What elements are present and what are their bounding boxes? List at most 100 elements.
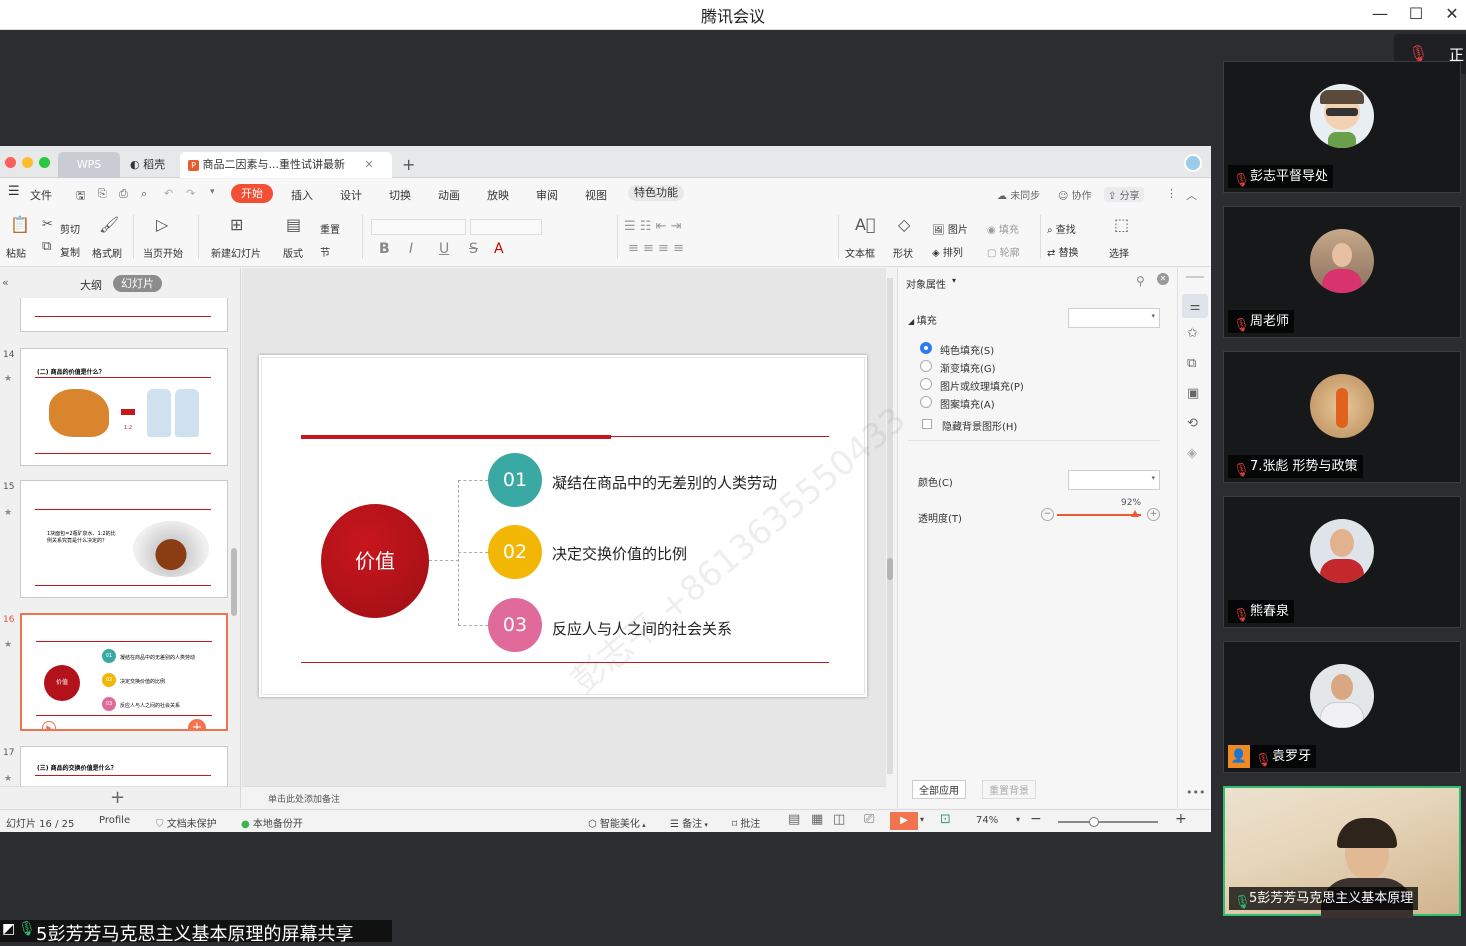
add-slide-icon[interactable]: + [188,719,206,729]
play-slide-icon[interactable]: ▶ [42,721,56,729]
history-icon[interactable]: ⟲ [1187,416,1198,431]
fill-section-header[interactable]: ◢ 填充 [908,312,937,327]
layout-button[interactable]: 版式 [283,245,303,260]
copy-button[interactable]: 复制 [60,244,80,259]
font-color-icon[interactable]: A [494,241,504,257]
tab-slides[interactable]: 幻灯片 [113,275,162,292]
decrease-icon[interactable]: − [1041,508,1054,521]
notes-bar[interactable]: 单击此处添加备注 [242,786,886,808]
menu-show[interactable]: 放映 [487,187,509,203]
slide-transition-icon[interactable]: ⧉ [1187,356,1196,371]
new-tab-button[interactable]: + [394,152,423,178]
section-button[interactable]: 节 [320,244,330,259]
shape-icon[interactable]: ◇ [898,215,910,234]
print-icon[interactable]: ⎙ [119,187,128,201]
participant-tile[interactable]: 🎙 彭志平督导处 [1223,61,1461,193]
minimize-button[interactable]: — [1362,0,1398,30]
more-tools-icon[interactable]: ••• [1186,786,1205,799]
tab-wps[interactable]: WPS [58,152,120,178]
pin-icon[interactable]: ⚲ [1136,274,1145,288]
italic-icon[interactable]: I [409,241,413,257]
find-button[interactable]: ⌕ 查找 [1047,221,1076,236]
increase-icon[interactable]: + [1147,508,1160,521]
reset-background-button[interactable]: 重置背景 [982,780,1036,799]
notes-placeholder[interactable]: 单击此处添加备注 [268,792,340,805]
chevron-down-icon[interactable]: ▾ [952,276,956,285]
menu-animation[interactable]: 动画 [438,187,460,203]
format-painter-button[interactable]: 格式刷 [92,245,122,260]
fill-type-select[interactable]: ▾ [1068,308,1160,328]
zoom-slider-thumb[interactable] [1089,817,1099,827]
fit-window-icon[interactable]: ⊡ [940,812,951,827]
customize-dropdown-icon[interactable]: ▾ [210,187,215,197]
hamburger-icon[interactable]: ☰ [8,184,20,199]
underline-icon[interactable]: U [439,241,449,257]
slide-thumbnail-13[interactable] [20,298,228,332]
apply-all-button[interactable]: 全部应用 [912,780,966,799]
tab-close-icon[interactable]: ✕ [365,158,374,171]
fill-button[interactable]: ◉ 填充 [987,221,1019,236]
tab-daoke[interactable]: ◐ 稻壳 [122,152,176,178]
menu-view[interactable]: 视图 [585,187,607,203]
smart-beautify-button[interactable]: ⬡ 智能美化 ▴ [588,815,646,830]
participant-tile[interactable]: 🎙 7.张彪 形势与政策 [1223,351,1461,483]
share-button[interactable]: ⇪ 分享 [1104,187,1144,202]
paste-icon[interactable]: 📋 [10,215,30,234]
select-icon[interactable]: ⬚ [1114,215,1129,234]
slide-thumbnail-15[interactable]: 1块面包=2瓶矿泉水、1:2的比例关系究竟是什么决定的？ [20,480,228,598]
thumbnail-scrollbar[interactable] [231,548,237,616]
zoom-in-icon[interactable]: + [1175,811,1187,827]
tab-outline[interactable]: 大纲 [80,277,102,293]
document-protection[interactable]: ⛉ 文档未保护 [156,815,217,830]
collab-button[interactable]: ☺ 协作 [1058,187,1092,202]
participant-tile[interactable]: 🎙 熊春泉 [1223,496,1461,628]
slide-thumbnail-16-selected[interactable]: 价值 01 凝结在商品中的无差别的人类劳动 02 决定交换价值的比例 03 反应… [20,613,228,731]
tab-document[interactable]: P 商品二因素与...重性试讲最新 ✕ [180,152,392,178]
menu-insert[interactable]: 插入 [291,187,313,203]
image-tool-icon[interactable]: ▣ [1187,386,1199,401]
redo-icon[interactable]: ↷ [186,187,195,200]
menu-special[interactable]: 特色功能 [628,185,684,201]
slide-thumbnail-14[interactable]: (二) 商品的价值是什么？ 1:2 [20,348,228,466]
participant-tile[interactable]: 🎙 周老师 [1223,206,1461,338]
canvas-scrollbar-thumb[interactable] [887,558,893,580]
more-menu-icon[interactable]: ⋮ [1166,187,1177,200]
chevron-down-icon[interactable]: ▾ [1016,815,1020,824]
properties-toggle-icon[interactable]: ⚌ [1182,294,1208,318]
mac-close-dot[interactable] [5,157,16,168]
menu-review[interactable]: 审阅 [536,187,558,203]
from-current-button[interactable]: 当页开始 [143,245,183,260]
maximize-button[interactable]: ☐ [1398,0,1434,30]
cut-button[interactable]: 剪切 [60,221,80,236]
textbox-button[interactable]: 文本框 [845,245,875,260]
paste-button[interactable]: 粘贴 [6,245,26,260]
slide-thumbnail-17[interactable]: (三) 商品的交换价值是什么？ [20,746,228,786]
backup-icon[interactable]: ◈ [1187,446,1197,461]
bold-icon[interactable]: B [379,241,390,257]
drag-handle-icon[interactable] [1186,276,1204,278]
menu-start[interactable]: 开始 [231,184,273,203]
play-icon[interactable]: ▷ [156,215,168,234]
select-button[interactable]: 选择 [1109,245,1129,260]
replace-button[interactable]: ⇄ 替换 [1047,244,1079,259]
add-slide-plus-icon[interactable]: + [110,787,125,808]
collapse-pane-icon[interactable]: « [2,276,9,289]
profile-label[interactable]: Profile [99,815,130,826]
reset-button[interactable]: 重置 [320,221,340,236]
comment-button[interactable]: ⌑ 批注 [732,815,760,830]
arrange-button[interactable]: ◈ 排列 [932,244,963,259]
layout-icon[interactable]: ▤ [286,215,301,234]
align-icons[interactable]: ≡ ≡ ≡ ≡ [628,241,684,256]
font-size-combo[interactable] [470,219,542,235]
font-name-combo[interactable] [371,219,466,235]
close-button[interactable]: ✕ [1434,0,1466,30]
menu-file[interactable]: 文件 [30,187,52,203]
undo-icon[interactable]: ↶ [164,187,173,200]
collapse-ribbon-icon[interactable]: ︿ [1186,187,1197,203]
copy-icon[interactable]: ⧉ [42,239,51,254]
scissors-icon[interactable]: ✂ [42,217,53,232]
outline-button[interactable]: ▢ 轮廓 [987,244,1020,259]
transparency-slider-thumb[interactable] [1131,510,1139,517]
preview-icon[interactable]: ⌕ [141,187,147,201]
chevron-down-icon[interactable]: ▾ [920,815,924,824]
